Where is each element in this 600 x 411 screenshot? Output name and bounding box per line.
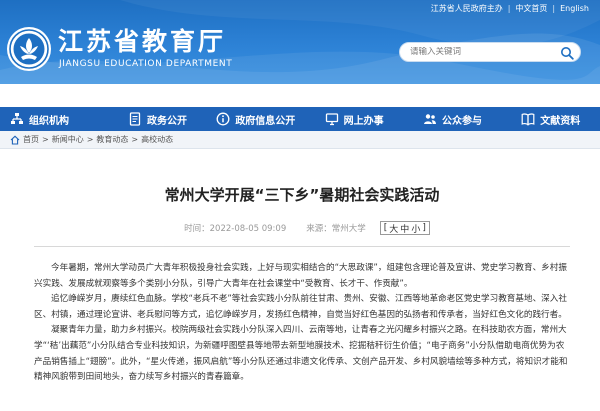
- nav-item-online-services[interactable]: 网上办事: [305, 107, 403, 131]
- search-icon[interactable]: [560, 46, 574, 60]
- breadcrumb-education-news-link[interactable]: 教育动态: [96, 134, 128, 145]
- site-header: 江苏省人民政府主办 | 中文首页 | English 江苏省教育厅 JIANGS…: [0, 0, 600, 84]
- article-title: 常州大学开展“三下乡”暑期社会实践活动: [164, 186, 440, 204]
- english-link[interactable]: English: [555, 4, 594, 13]
- document-icon: [129, 112, 141, 126]
- nav-item-label: 政府信息公开: [235, 115, 296, 127]
- host-label: 江苏省人民政府主办: [430, 3, 503, 13]
- divider: [34, 246, 570, 247]
- breadcrumb-separator: >: [131, 135, 139, 144]
- font-size-medium-button[interactable]: 中: [399, 222, 410, 235]
- breadcrumb: 首页 > 新闻中心 > 教育动态 > 高校动态: [0, 131, 600, 149]
- info-icon: [216, 112, 230, 126]
- breadcrumb-separator: >: [86, 135, 94, 144]
- computer-icon: [325, 113, 338, 126]
- breadcrumb-separator: >: [42, 135, 49, 144]
- breadcrumb-university-news-link[interactable]: 高校动态: [141, 134, 173, 145]
- font-size-small-button[interactable]: 小: [410, 222, 421, 235]
- font-size-large-button[interactable]: 大: [388, 222, 399, 235]
- article-body: 今年暑期，常州大学动员广大青年积极投身社会实践，上好与现实相结合的“大思政课”，…: [34, 261, 570, 386]
- publish-time: 时间：2022-08-05 09:09: [184, 224, 287, 234]
- article: 常州大学开展“三下乡”暑期社会实践活动 时间：2022-08-05 09:09 …: [34, 150, 570, 386]
- top-utility-bar: 江苏省人民政府主办 | 中文首页 | English: [426, 2, 594, 14]
- nav-item-label: 政务公开: [146, 115, 187, 127]
- chinese-home-link[interactable]: 中文首页: [510, 3, 552, 14]
- nav-item-documents[interactable]: 文献资料: [502, 107, 600, 131]
- nav-item-label: 文献资料: [540, 115, 581, 127]
- nav-item-government-affairs[interactable]: 政务公开: [108, 107, 206, 131]
- emblem-logo-icon[interactable]: [6, 26, 52, 72]
- home-icon: [10, 135, 20, 145]
- article-paragraph: 今年暑期，常州大学动员广大青年积极投身社会实践，上好与现实相结合的“大思政课”，…: [34, 263, 567, 289]
- nav-item-label: 网上办事: [343, 115, 384, 127]
- article-paragraph: 追忆峥嵘岁月，赓续红色血脉。学校“老兵不老”等社会实践小分队前往甘肃、贵州、安徽…: [34, 294, 567, 320]
- breadcrumb-news-center-link[interactable]: 新闻中心: [52, 134, 84, 145]
- breadcrumb-home-link[interactable]: 首页: [23, 134, 39, 145]
- book-icon: [521, 113, 535, 126]
- font-size-switcher: [ 大 中 小 ]: [379, 221, 430, 235]
- nav-item-public-participation[interactable]: 公众参与: [403, 107, 501, 131]
- people-icon: [423, 114, 436, 124]
- search-box: [399, 42, 581, 62]
- org-chart-icon: [11, 113, 23, 124]
- nav-item-label: 组织机构: [29, 115, 69, 127]
- nav-item-information-disclosure[interactable]: 政府信息公开: [207, 107, 305, 131]
- main-navigation: 组织机构 政务公开 政府信息公开 网上办事 公众参与 文献资料: [0, 84, 600, 131]
- article-source: 来源：常州大学: [306, 224, 366, 234]
- nav-item-label: 公众参与: [441, 115, 482, 127]
- nav-item-organization[interactable]: 组织机构: [0, 107, 108, 131]
- site-title-english: JIANGSU EDUCATION DEPARTMENT: [59, 59, 233, 69]
- article-paragraph: 凝聚青年力量，助力乡村振兴。校院两级社会实践小分队深入四川、云南等地，让青春之光…: [34, 325, 568, 383]
- search-input[interactable]: [410, 47, 560, 57]
- site-title[interactable]: 江苏省教育厅: [58, 28, 226, 56]
- article-meta: 时间：2022-08-05 09:09 来源：常州大学 [ 大 中 小 ]: [34, 220, 570, 236]
- page: 江苏省人民政府主办 | 中文首页 | English 江苏省教育厅 JIANGS…: [0, 0, 600, 411]
